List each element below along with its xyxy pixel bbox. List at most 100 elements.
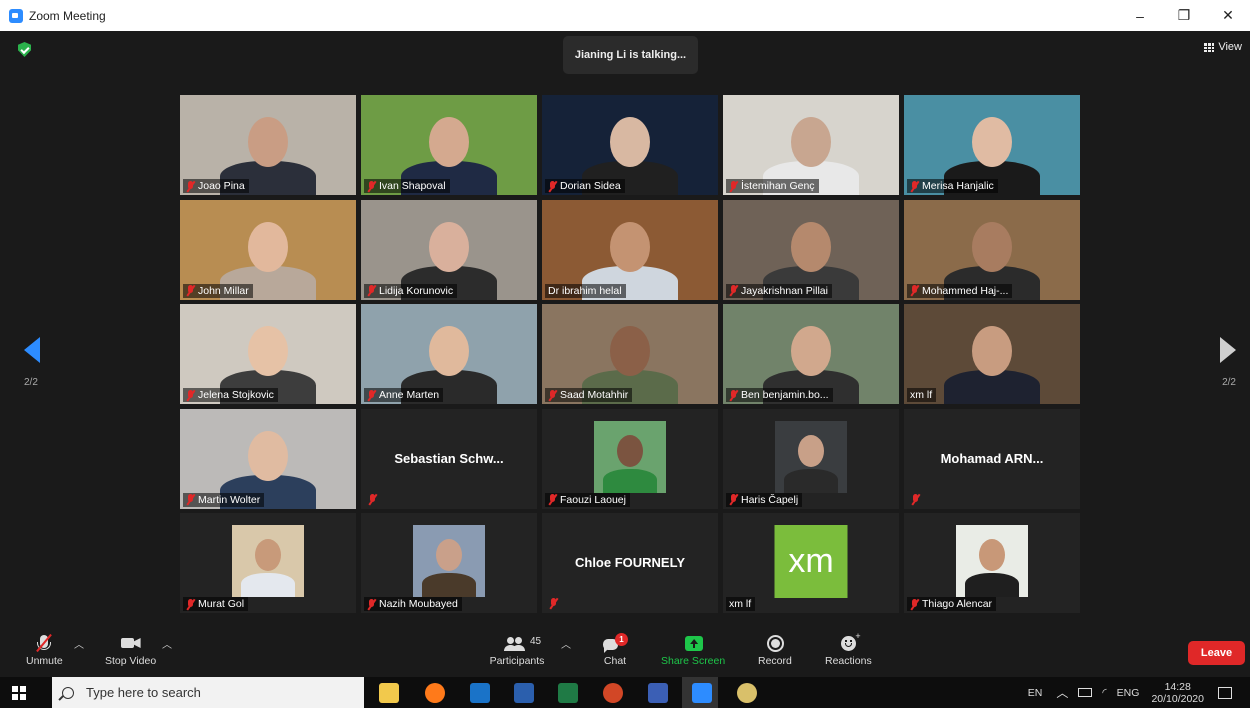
firefox-icon[interactable] (425, 683, 445, 703)
participant-tile[interactable]: xm xm lf (723, 513, 899, 613)
outlook-icon[interactable] (470, 683, 490, 703)
word-icon[interactable] (514, 683, 534, 703)
file-explorer-icon[interactable] (379, 683, 399, 703)
chat-button[interactable]: 1 Chat (600, 633, 630, 667)
participant-tile[interactable]: Haris Čapelj (723, 408, 899, 509)
participant-name: Saad Motahhir (560, 389, 629, 401)
chat-bubble-icon: 1 (600, 633, 630, 655)
page-indicator-left: 2/2 (24, 377, 38, 388)
muted-mic-icon (186, 598, 195, 610)
muted-mic-icon (729, 494, 738, 505)
next-page-arrow-icon[interactable] (1220, 337, 1236, 363)
windows-start-icon[interactable] (12, 685, 26, 700)
previous-page-arrow-icon[interactable] (24, 337, 40, 363)
participant-display-name: Sebastian Schw... (394, 450, 504, 466)
participant-face (791, 326, 831, 376)
participant-face (610, 117, 650, 167)
participant-tile[interactable]: John Millar (180, 199, 356, 300)
participant-name-label: Jelena Stojkovic (183, 388, 278, 402)
participant-tile[interactable]: Mohammed Haj-... (904, 199, 1080, 300)
muted-mic-icon (910, 180, 919, 192)
profile-photo (775, 420, 847, 493)
participant-tile[interactable]: Dorian Sidea (542, 95, 718, 195)
participant-tile[interactable]: Nazih Moubayed (361, 513, 537, 613)
participant-name: İstemihan Genç (741, 180, 815, 192)
participant-name-label: Ivan Shapoval (364, 179, 450, 193)
participant-name-label: Faouzi Laouej (545, 492, 630, 507)
muted-mic-icon (186, 285, 195, 296)
participant-tile[interactable]: Faouzi Laouej (542, 408, 718, 509)
participant-tile[interactable]: Joao Pina (180, 95, 356, 195)
leave-button[interactable]: Leave (1188, 641, 1245, 665)
participant-tile[interactable]: Anne Marten (361, 304, 537, 404)
battery-icon[interactable] (1078, 688, 1093, 697)
page-indicator-right: 2/2 (1222, 377, 1236, 388)
participant-tile[interactable]: Martin Wolter (180, 408, 356, 509)
participant-tile[interactable]: Lidija Korunovic (361, 199, 537, 300)
excel-icon[interactable] (558, 683, 578, 703)
language-indicator[interactable]: EN (1028, 687, 1043, 699)
participant-tile[interactable]: Chloe FOURNELY (542, 513, 718, 613)
participant-name: xm lf (729, 598, 752, 610)
muted-mic-icon (367, 389, 376, 401)
participant-name: Merisa Hanjalic (922, 180, 994, 192)
reactions-label: Reactions (825, 655, 872, 667)
ime-indicator[interactable]: ENG (1117, 687, 1140, 699)
clock-time: 14:28 (1164, 680, 1191, 693)
notifications-icon[interactable] (1218, 686, 1232, 699)
participant-tile[interactable]: Mohamad ARN... (904, 408, 1080, 509)
video-grid: Joao Pina Ivan Shapoval Dorian Sidea İstemi… (180, 95, 1083, 613)
stop-video-button[interactable]: Stop Video (105, 633, 156, 667)
powerpoint-icon[interactable] (603, 683, 623, 703)
paint-icon[interactable] (737, 683, 757, 703)
participants-options-chevron-icon[interactable]: ︿ (561, 636, 571, 651)
participant-display-name: Mohamad ARN... (940, 450, 1044, 466)
view-button[interactable]: View (1204, 41, 1242, 53)
participant-tile[interactable]: İstemihan Genç (723, 95, 899, 195)
tray-chevron-icon[interactable]: ︿ (1056, 684, 1068, 701)
share-screen-icon (678, 633, 708, 655)
chat-label: Chat (603, 655, 627, 667)
participant-name: Joao Pina (198, 180, 245, 192)
participant-tile[interactable]: Thiago Alencar (904, 513, 1080, 613)
video-options-chevron-icon[interactable]: ︿ (162, 636, 172, 651)
search-icon (62, 686, 74, 699)
clock[interactable]: 14:28 20/10/2020 (1151, 681, 1204, 705)
participant-tile[interactable]: Jelena Stojkovic (180, 304, 356, 404)
close-button[interactable]: ✕ (1206, 0, 1250, 31)
participant-name-label: Lidija Korunovic (364, 283, 458, 298)
muted-mic-icon (729, 180, 738, 192)
visio-icon[interactable] (648, 683, 668, 703)
window-controls: – ❐ ✕ (1118, 0, 1250, 31)
taskbar-search-box[interactable]: Type here to search (52, 677, 364, 708)
participant-tile[interactable]: Ben benjamin.bo... (723, 304, 899, 404)
participant-tile[interactable]: Dr ibrahim helal (542, 199, 718, 300)
participant-tile[interactable]: Saad Motahhir (542, 304, 718, 404)
muted-mic-icon (186, 494, 195, 505)
participant-name: xm lf (910, 389, 933, 401)
participant-tile[interactable]: Jayakrishnan Pillai (723, 199, 899, 300)
participant-face (429, 326, 469, 376)
minimize-button[interactable]: – (1118, 0, 1162, 31)
participant-tile[interactable]: Murat Gol (180, 513, 356, 613)
profile-photo (594, 420, 666, 493)
smiley-reaction-icon: + (833, 631, 863, 655)
participant-face (429, 117, 469, 167)
participant-display-name: Chloe FOURNELY (574, 555, 686, 570)
record-button[interactable]: Record (758, 633, 792, 667)
restore-button[interactable]: ❐ (1162, 0, 1206, 31)
unmute-button[interactable]: Unmute (26, 633, 63, 667)
audio-options-chevron-icon[interactable]: ︿ (74, 636, 84, 651)
participant-tile[interactable]: Ivan Shapoval (361, 95, 537, 195)
participant-tile[interactable]: Sebastian Schw... (361, 408, 537, 509)
reactions-button[interactable]: + Reactions (825, 631, 872, 667)
wifi-icon[interactable]: ◜ (1102, 686, 1106, 699)
participants-button[interactable]: 45 Participants (487, 633, 547, 667)
share-screen-button[interactable]: Share Screen (661, 633, 725, 667)
participant-name-label: xm lf (907, 388, 937, 402)
zoom-icon[interactable] (692, 683, 712, 703)
profile-photo (956, 525, 1028, 597)
participant-tile[interactable]: Merisa Hanjalic (904, 95, 1080, 195)
participant-tile[interactable]: xm lf (904, 304, 1080, 404)
security-shield-icon[interactable] (18, 42, 31, 57)
